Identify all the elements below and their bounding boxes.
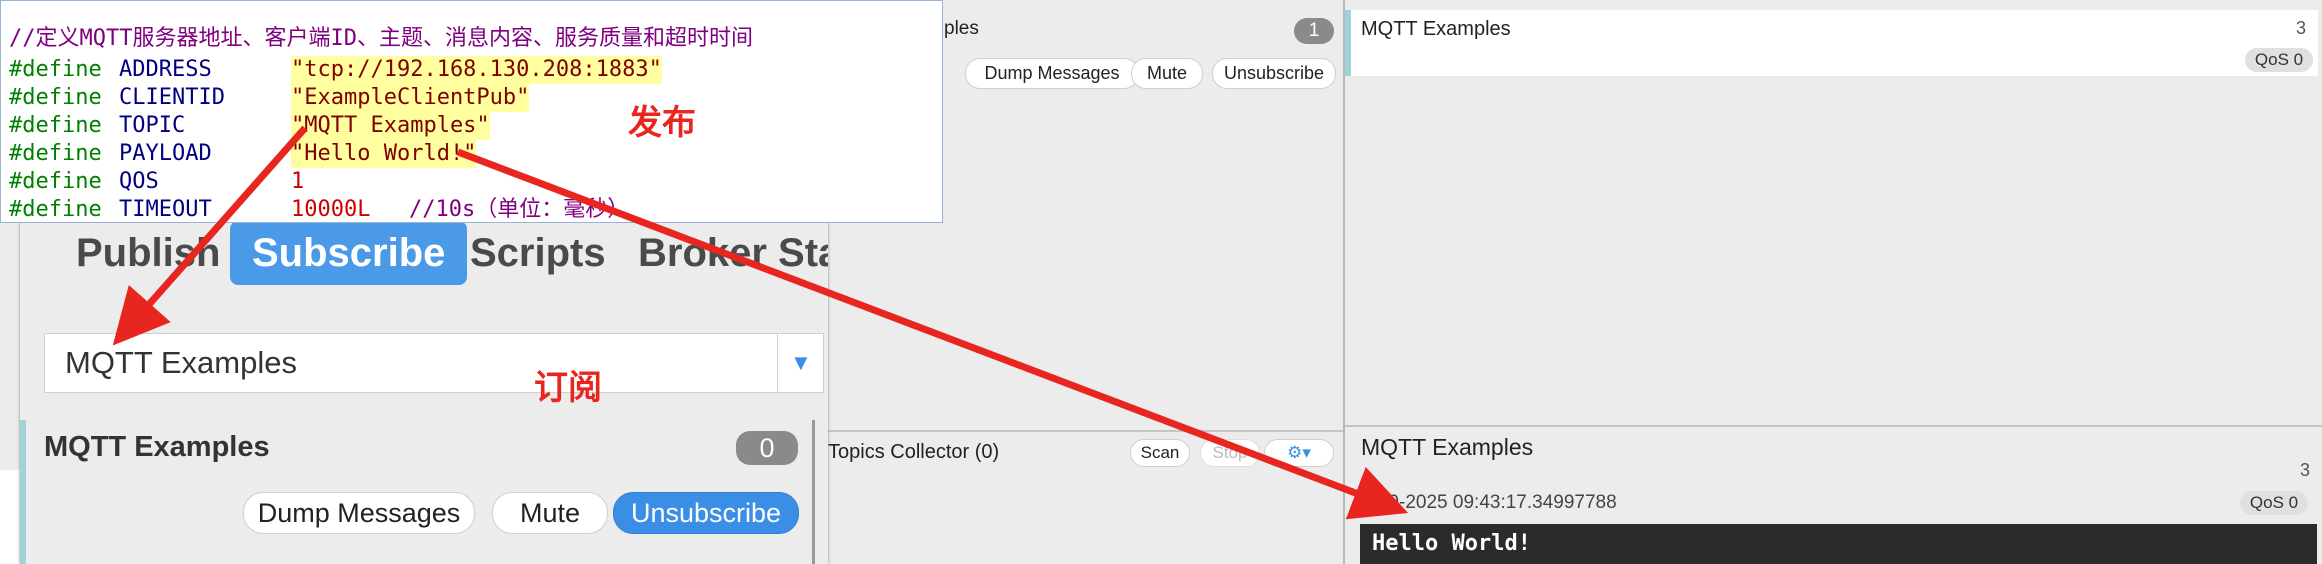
arrow-payload-to-message [456, 148, 1409, 520]
arrow-topic-to-subscribe [112, 125, 308, 346]
annotation-arrows [112, 125, 1409, 520]
